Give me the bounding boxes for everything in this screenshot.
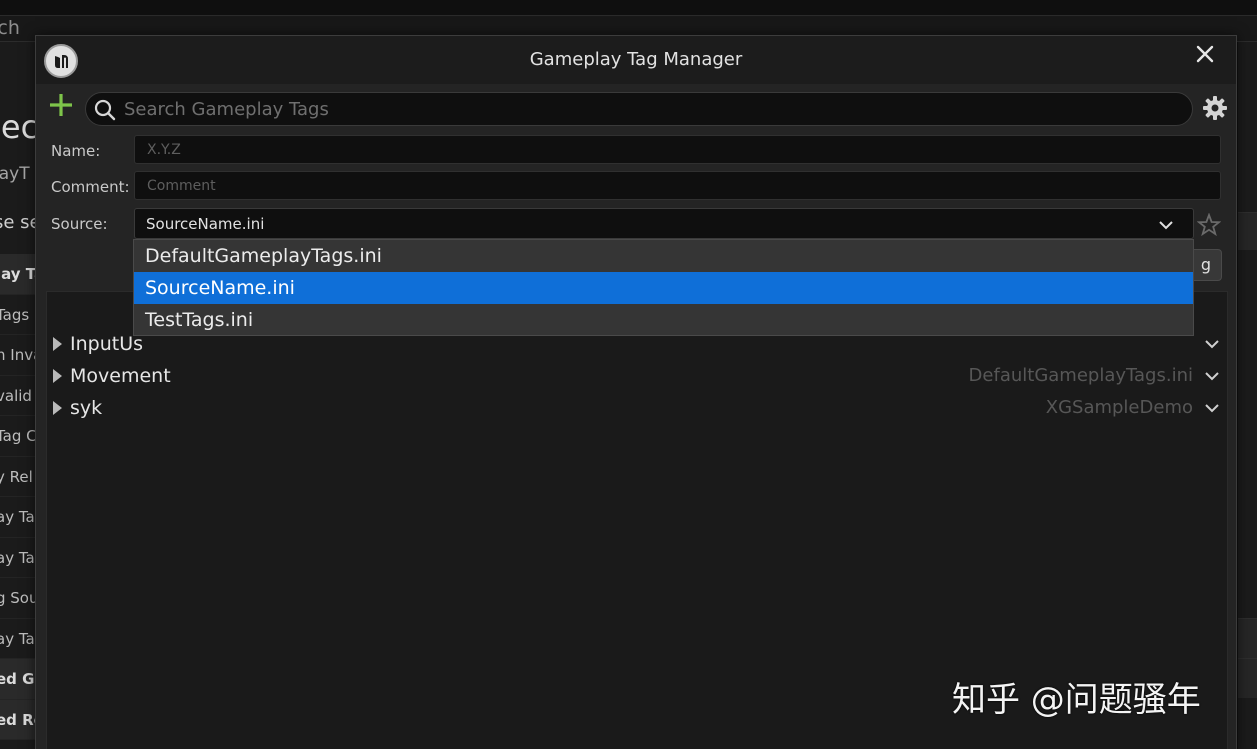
add-new-tag-button-label: g [1200, 255, 1211, 274]
editor-right-panel [1238, 42, 1257, 749]
expand-arrow-icon[interactable] [53, 401, 62, 415]
editor-property-list: lay Ta Tags n Inva valid Tag C y Rel ay Ta ay T… [0, 254, 36, 740]
close-button[interactable] [1192, 41, 1218, 67]
expand-arrow-icon[interactable] [53, 337, 62, 351]
editor-panel-subtitle: layT [0, 164, 30, 184]
editor-property-label: ed Ga [0, 670, 36, 688]
source-select-value: SourceName.ini [146, 215, 265, 233]
source-select[interactable]: SourceName.ini [134, 208, 1194, 239]
name-label: Name: [51, 142, 101, 160]
editor-property-row[interactable]: lay Ta [0, 254, 36, 295]
editor-property-row[interactable]: valid [0, 376, 36, 416]
name-field[interactable] [134, 135, 1221, 164]
editor-property-label: n Inva [0, 346, 36, 364]
editor-property-label: Tag C [0, 427, 36, 445]
editor-property-label: g Sou [0, 589, 36, 607]
dialog-titlebar[interactable]: Gameplay Tag Manager [36, 36, 1236, 84]
dialog-title: Gameplay Tag Manager [529, 49, 743, 70]
tag-tree-row[interactable]: syk XGSampleDemo [47, 392, 1227, 424]
editor-property-row[interactable]: Tag C [0, 416, 36, 457]
comment-label: Comment: [51, 178, 130, 196]
editor-property-row[interactable]: ed Re [0, 699, 36, 740]
chevron-down-icon[interactable] [1203, 367, 1221, 385]
editor-property-row[interactable]: ay Ta [0, 538, 36, 578]
expand-arrow-icon[interactable] [53, 369, 62, 383]
star-icon[interactable] [1197, 213, 1221, 237]
dialog-toolbar [36, 84, 1236, 132]
source-option[interactable]: TestTags.ini [134, 304, 1193, 336]
tag-tree-label: syk [70, 397, 103, 419]
editor-search-text: rch [0, 17, 20, 39]
tag-search-box[interactable] [85, 92, 1193, 126]
chevron-down-icon[interactable] [1203, 335, 1221, 353]
editor-property-row[interactable]: Tags [0, 295, 36, 335]
add-tag-plus-button[interactable] [48, 92, 74, 118]
gear-icon[interactable] [1202, 95, 1228, 121]
editor-property-row[interactable]: ay Ta [0, 497, 36, 538]
tag-tree-row[interactable]: Movement DefaultGameplayTags.ini [47, 360, 1227, 392]
editor-property-label: ay Ta [0, 548, 35, 567]
tag-tree-source: XGSampleDemo [1045, 397, 1193, 418]
editor-top-bar [0, 0, 1257, 16]
gameplay-tag-manager-dialog: Gameplay Tag Manager Search Gameplay Tag… [35, 35, 1237, 749]
editor-property-label: lay Ta [0, 265, 36, 283]
editor-property-label: y Rel [0, 467, 33, 486]
editor-property-row[interactable]: y Rel [0, 457, 36, 497]
plus-icon [50, 94, 72, 116]
editor-property-label: Tags [0, 305, 30, 324]
watermark-text: 知乎 @问题骚年 [952, 680, 1201, 720]
source-label: Source: [51, 215, 108, 233]
tag-tree-source: DefaultGameplayTags.ini [968, 365, 1193, 386]
editor-details-panel: jec layT se se lay TaTagsn InvavalidTag … [0, 42, 41, 749]
close-icon [1196, 45, 1214, 63]
search-icon [94, 99, 116, 121]
editor-property-row[interactable]: ed Ga [0, 659, 36, 700]
name-input[interactable] [135, 136, 1220, 163]
comment-field[interactable] [134, 171, 1221, 200]
source-option[interactable]: DefaultGameplayTags.ini [134, 240, 1193, 272]
chevron-down-icon [1159, 221, 1173, 230]
tag-tree-label: Movement [70, 365, 171, 387]
editor-property-label: valid [0, 386, 32, 405]
editor-property-label: ay Ta [0, 508, 35, 526]
editor-property-label: ed Re [0, 710, 36, 729]
editor-property-row[interactable]: g Sou [0, 578, 36, 619]
chevron-down-icon[interactable] [1203, 399, 1221, 417]
editor-panel-title: jec [0, 108, 39, 146]
source-option[interactable]: SourceName.ini [134, 272, 1193, 304]
editor-property-row[interactable]: ay Ta [0, 619, 36, 659]
editor-property-label: ay Ta [0, 629, 35, 648]
tag-search-input[interactable] [124, 93, 1184, 125]
comment-input[interactable] [135, 172, 1220, 199]
editor-property-row[interactable]: n Inva [0, 335, 36, 376]
source-dropdown-list: DefaultGameplayTags.ini SourceName.ini Tes… [133, 239, 1194, 336]
